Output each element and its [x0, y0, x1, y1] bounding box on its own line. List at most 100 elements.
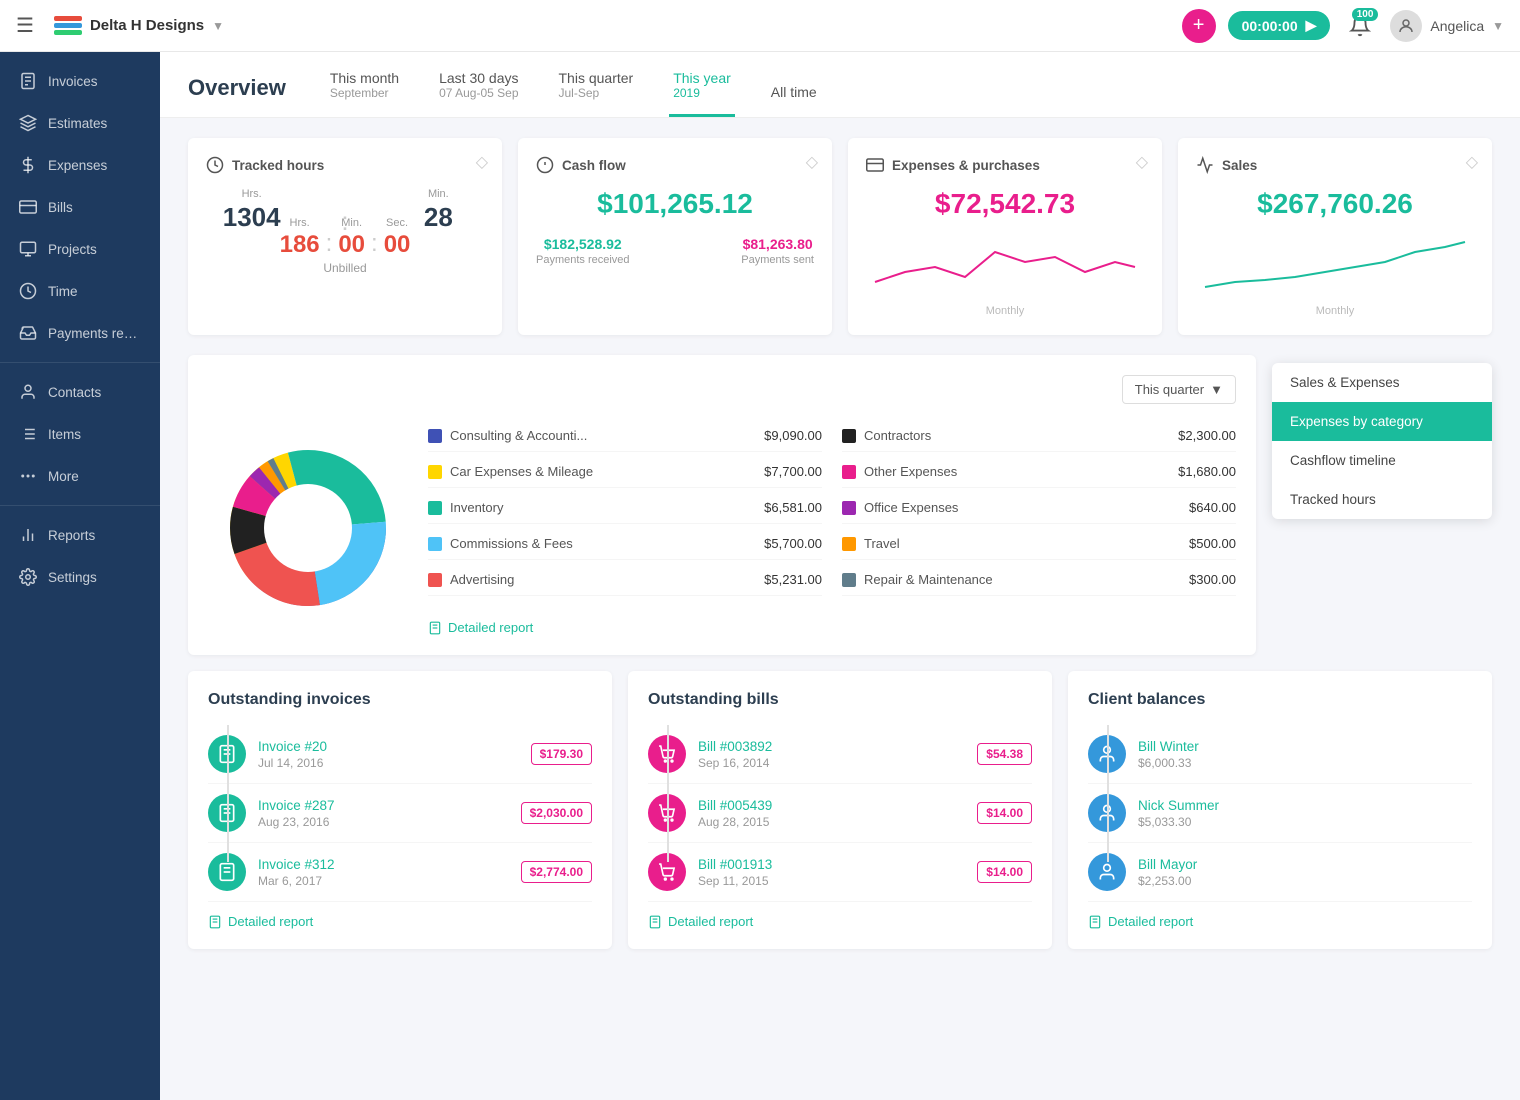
chart-dropdown: Sales & Expenses Expenses by category Ca…	[1272, 363, 1492, 519]
sidebar-item-payments[interactable]: Payments rece...	[0, 312, 160, 354]
clients-detailed-text: Detailed report	[1108, 914, 1193, 929]
consulting-name: Consulting & Accounti...	[450, 428, 756, 443]
sidebar-item-items[interactable]: Items	[0, 413, 160, 455]
bill-date-003892: Sep 16, 2014	[698, 756, 965, 770]
sidebar-item-settings[interactable]: Settings	[0, 556, 160, 598]
expenses-amount: $72,542.73	[866, 188, 1144, 220]
expense-item-car: Car Expenses & Mileage $7,700.00	[428, 456, 822, 488]
time-icon	[18, 281, 38, 301]
client-balance-nick-summer: $5,033.30	[1138, 815, 1472, 829]
client-info-bill-mayor: Bill Mayor $2,253.00	[1138, 857, 1472, 888]
sidebar-item-time-label: Time	[48, 284, 78, 299]
quarter-select[interactable]: This quarter ▼	[1122, 375, 1236, 404]
invoice-name-20[interactable]: Invoice #20	[258, 739, 519, 754]
expense-item-travel: Travel $500.00	[842, 528, 1236, 560]
user-name: Angelica	[1430, 18, 1484, 34]
tab-this-month[interactable]: This month September	[326, 70, 403, 117]
client-item-bill-winter: Bill Winter $6,000.33	[1088, 725, 1472, 784]
sidebar-item-reports[interactable]: Reports	[0, 514, 160, 556]
expenses-widget: Expenses & purchases ◇ $72,542.73 Monthl…	[848, 138, 1162, 335]
detailed-report-link[interactable]: Detailed report	[428, 620, 1236, 635]
expense-item-contractors: Contractors $2,300.00	[842, 420, 1236, 452]
expense-item-office: Office Expenses $640.00	[842, 492, 1236, 524]
sidebar-item-invoices[interactable]: Invoices	[0, 60, 160, 102]
menu-expenses-category[interactable]: Expenses by category	[1272, 402, 1492, 441]
pin-icon[interactable]: ◇	[1466, 152, 1478, 172]
inventory-name: Inventory	[450, 500, 756, 515]
expenses-widget-header: Expenses & purchases	[866, 156, 1144, 174]
sidebar-item-bills[interactable]: Bills	[0, 186, 160, 228]
client-name-bill-winter[interactable]: Bill Winter	[1138, 739, 1472, 754]
expenses-category-card: This quarter ▼	[188, 355, 1256, 655]
menu-tracked-hours[interactable]: Tracked hours	[1272, 480, 1492, 519]
client-name-nick-summer[interactable]: Nick Summer	[1138, 798, 1472, 813]
sales-chart-label: Monthly	[1196, 305, 1474, 317]
sidebar-item-more-label: More	[48, 469, 79, 484]
tab-last-30-days[interactable]: Last 30 days 07 Aug-05 Sep	[435, 70, 522, 117]
timer-button[interactable]: 00:00:00 ▶	[1228, 11, 1331, 40]
menu-sales-expenses[interactable]: Sales & Expenses	[1272, 363, 1492, 402]
tab-this-year[interactable]: This year 2019	[669, 70, 735, 117]
estimates-icon	[18, 113, 38, 133]
client-balance-bill-winter: $6,000.33	[1138, 756, 1472, 770]
sidebar-item-expenses[interactable]: Expenses	[0, 144, 160, 186]
tab-all-time[interactable]: All time	[767, 84, 821, 117]
chart-menu: Sales & Expenses Expenses by category Ca…	[1272, 355, 1492, 655]
bill-badge-001913: $14.00	[977, 861, 1032, 883]
bill-badge-005439: $14.00	[977, 802, 1032, 824]
cashflow-title: Cash flow	[562, 158, 626, 173]
expense-list: Consulting & Accounti... $9,090.00 Contr…	[428, 420, 1236, 635]
sales-title: Sales	[1222, 158, 1257, 173]
sidebar-item-more[interactable]: More	[0, 455, 160, 497]
pin-icon[interactable]: ◇	[1136, 152, 1148, 172]
repair-name: Repair & Maintenance	[864, 572, 1181, 587]
sidebar-item-estimates[interactable]: Estimates	[0, 102, 160, 144]
sidebar-item-projects[interactable]: Projects	[0, 228, 160, 270]
unbilled-label: Unbilled	[206, 261, 484, 275]
timer-play-icon[interactable]: ▶	[1306, 17, 1317, 34]
bill-name-005439[interactable]: Bill #005439	[698, 798, 965, 813]
projects-icon	[18, 239, 38, 259]
sidebar-item-reports-label: Reports	[48, 528, 95, 543]
expenses-card-header: This quarter ▼	[208, 375, 1236, 404]
advertising-color	[428, 573, 442, 587]
sent-label: Payments sent	[741, 254, 814, 266]
bill-item-003892: Bill #003892 Sep 16, 2014 $54.38	[648, 725, 1032, 784]
sidebar-item-contacts[interactable]: Contacts	[0, 371, 160, 413]
client-name-bill-mayor[interactable]: Bill Mayor	[1138, 857, 1472, 872]
brand-chevron[interactable]: ▼	[212, 19, 224, 33]
car-amount: $7,700.00	[764, 464, 822, 479]
tab-this-quarter[interactable]: This quarter Jul-Sep	[555, 70, 638, 117]
sidebar-item-settings-label: Settings	[48, 570, 97, 585]
pin-icon[interactable]: ◇	[476, 152, 488, 172]
sent-amount: $81,263.80	[741, 236, 814, 252]
other-name: Other Expenses	[864, 464, 1170, 479]
main-content: Overview This month September Last 30 da…	[160, 52, 1520, 1100]
sidebar-item-projects-label: Projects	[48, 242, 97, 257]
expenses-content: Consulting & Accounti... $9,090.00 Contr…	[208, 420, 1236, 635]
notifications-button[interactable]: 100	[1342, 8, 1378, 44]
invoices-detailed-link[interactable]: Detailed report	[208, 914, 592, 929]
consulting-color	[428, 429, 442, 443]
payments-icon	[18, 323, 38, 343]
invoice-name-287[interactable]: Invoice #287	[258, 798, 509, 813]
bill-name-001913[interactable]: Bill #001913	[698, 857, 965, 872]
user-avatar	[1390, 10, 1422, 42]
sidebar-item-time[interactable]: Time	[0, 270, 160, 312]
bill-info-001913: Bill #001913 Sep 11, 2015	[698, 857, 965, 888]
brand[interactable]: Delta H Designs ▼	[54, 16, 224, 36]
hamburger-icon[interactable]: ☰	[16, 13, 34, 38]
bill-name-003892[interactable]: Bill #003892	[698, 739, 965, 754]
office-amount: $640.00	[1189, 500, 1236, 515]
user-menu[interactable]: Angelica ▼	[1390, 10, 1504, 42]
sales-chart	[1196, 232, 1474, 292]
page-title: Overview	[188, 75, 286, 117]
invoices-list: Invoice #20 Jul 14, 2016 $179.30 Invoice…	[208, 725, 592, 902]
pin-icon[interactable]: ◇	[806, 152, 818, 172]
add-button[interactable]: +	[1182, 9, 1216, 43]
invoice-name-312[interactable]: Invoice #312	[258, 857, 509, 872]
expense-item-consulting: Consulting & Accounti... $9,090.00	[428, 420, 822, 452]
menu-cashflow[interactable]: Cashflow timeline	[1272, 441, 1492, 480]
clients-detailed-link[interactable]: Detailed report	[1088, 914, 1472, 929]
bills-detailed-link[interactable]: Detailed report	[648, 914, 1032, 929]
